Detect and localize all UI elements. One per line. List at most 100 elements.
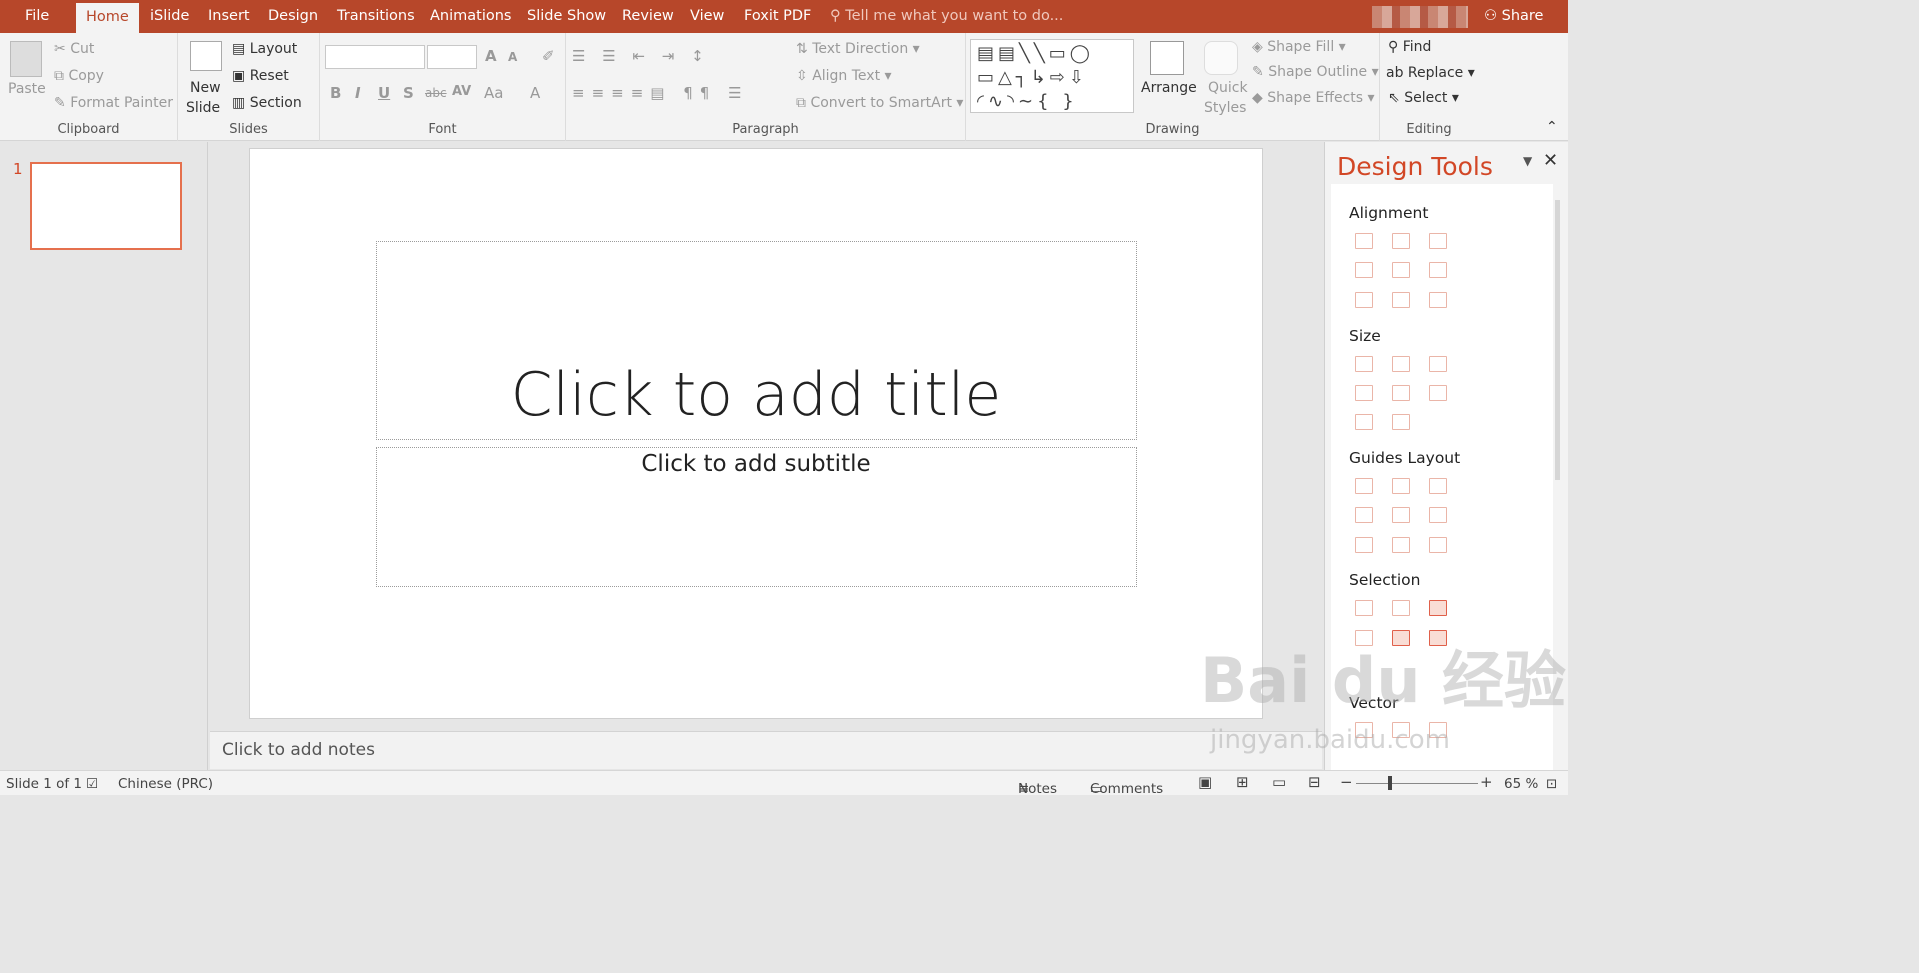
reset-button[interactable]: ▣ Reset — [232, 68, 289, 84]
guide-center-v-icon[interactable] — [1392, 507, 1410, 523]
shapes-gallery[interactable]: ▤▤╲╲▭◯ ▭△┐↳⇨⇩ ◜∿◝∼{ } — [970, 39, 1134, 113]
format-painter-button[interactable]: ✎ Format Painter — [54, 95, 173, 111]
slide-thumbnail[interactable] — [30, 162, 182, 250]
magic-wand-icon[interactable] — [1429, 600, 1447, 616]
cursor-icon: ⇖ — [1388, 90, 1405, 106]
guide-bottom-icon[interactable] — [1429, 507, 1447, 523]
select-group-icon[interactable] — [1392, 600, 1410, 616]
align-top-icon[interactable] — [1355, 262, 1373, 278]
tab-file[interactable]: File — [25, 8, 49, 24]
pane-options-icon[interactable]: ▼ — [1523, 154, 1532, 168]
person-add-icon: ⚇ — [1484, 8, 1502, 24]
notes-placeholder: Click to add notes — [222, 740, 375, 760]
slide-sorter-icon[interactable]: ⊞ — [1236, 773, 1249, 791]
char-spacing-button[interactable]: AV — [452, 84, 471, 99]
shrink-font-icon[interactable]: A — [508, 50, 517, 64]
tab-home[interactable]: Home — [76, 3, 139, 33]
distribute-h-icon[interactable] — [1355, 292, 1373, 308]
change-case-button[interactable]: Aa — [484, 84, 503, 102]
guide-center-h-icon[interactable] — [1392, 478, 1410, 494]
guide-margin-h-icon[interactable] — [1355, 537, 1373, 553]
zoom-slider[interactable] — [1356, 783, 1478, 784]
guide-left-icon[interactable] — [1355, 478, 1373, 494]
convert-smartart-button[interactable]: ⧉ Convert to SmartArt ▾ — [796, 95, 963, 111]
list-buttons[interactable]: ☰ ☰ ⇤ ⇥ ↕ — [572, 47, 710, 65]
zoom-in-icon[interactable]: + — [1480, 773, 1493, 791]
reading-view-icon[interactable]: ▭ — [1272, 773, 1286, 791]
align-text-button[interactable]: ⇳ Align Text ▾ — [796, 68, 892, 84]
font-color-button[interactable]: A — [530, 84, 540, 102]
size-crop-icon[interactable] — [1355, 414, 1373, 430]
underline-button[interactable]: U — [378, 84, 390, 102]
normal-view-icon[interactable]: ▣ — [1198, 773, 1212, 791]
clear-format-icon[interactable]: ✐ — [542, 47, 555, 65]
quick-styles-button[interactable]: Quick — [1208, 80, 1248, 96]
distribute-v-icon[interactable] — [1392, 292, 1410, 308]
align-left-icon[interactable] — [1355, 233, 1373, 249]
collapse-ribbon-icon[interactable]: ⌃ — [1546, 119, 1558, 135]
zoom-out-icon[interactable]: − — [1340, 773, 1353, 791]
new-slide-dropdown[interactable]: Slide — [186, 100, 220, 116]
text-direction-button[interactable]: ⇅ Text Direction ▾ — [796, 41, 920, 57]
tab-animations[interactable]: Animations — [430, 8, 511, 24]
select-same-icon[interactable] — [1355, 600, 1373, 616]
tab-islide[interactable]: iSlide — [150, 8, 189, 24]
shape-outline-button[interactable]: ✎ Shape Outline ▾ — [1252, 64, 1379, 80]
font-size-input[interactable] — [427, 45, 477, 69]
swap-size-icon[interactable] — [1429, 385, 1447, 401]
align-right-icon[interactable] — [1429, 233, 1447, 249]
shadow-button[interactable]: S — [403, 84, 414, 102]
distribute-grid-icon[interactable] — [1429, 292, 1447, 308]
paste-button[interactable]: Paste — [8, 81, 46, 97]
select-button[interactable]: ⇖ Select ▾ — [1388, 90, 1459, 106]
align-center-icon[interactable] — [1392, 233, 1410, 249]
same-width-icon[interactable] — [1355, 356, 1373, 372]
tab-review[interactable]: Review — [622, 8, 674, 24]
align-bottom-icon[interactable] — [1429, 262, 1447, 278]
spellcheck-icon[interactable]: ☑ — [86, 776, 98, 792]
cut-button[interactable]: ✂ Cut — [54, 41, 94, 57]
same-size-icon[interactable] — [1429, 356, 1447, 372]
guide-top-icon[interactable] — [1355, 507, 1373, 523]
same-height-icon[interactable] — [1392, 356, 1410, 372]
italic-button[interactable]: I — [355, 84, 361, 102]
tab-foxit-pdf[interactable]: Foxit PDF — [744, 8, 811, 24]
bold-button[interactable]: B — [330, 84, 341, 102]
tab-insert[interactable]: Insert — [208, 8, 250, 24]
tab-transitions[interactable]: Transitions — [337, 8, 415, 24]
zoom-level[interactable]: 65 % — [1504, 776, 1538, 792]
shape-effects-button[interactable]: ◆ Shape Effects ▾ — [1252, 90, 1375, 106]
guide-right-icon[interactable] — [1429, 478, 1447, 494]
size-fill-height-icon[interactable] — [1392, 385, 1410, 401]
zoom-slider-thumb[interactable] — [1388, 776, 1392, 790]
replace-button[interactable]: ab Replace ▾ — [1386, 65, 1475, 81]
slideshow-view-icon[interactable]: ⊟ — [1308, 773, 1321, 791]
guide-margin-v-icon[interactable] — [1392, 537, 1410, 553]
guide-grid-icon[interactable] — [1429, 537, 1447, 553]
tab-slide-show[interactable]: Slide Show — [527, 8, 606, 24]
find-button[interactable]: ⚲ Find — [1388, 39, 1431, 55]
tab-design[interactable]: Design — [268, 8, 318, 24]
fit-slide-icon[interactable]: ⊡ — [1546, 776, 1557, 792]
align-middle-icon[interactable] — [1392, 262, 1410, 278]
notes-pane[interactable]: Click to add notes — [210, 731, 1322, 769]
strikethrough-button[interactable]: abc — [425, 86, 447, 100]
tell-me-box[interactable]: ⚲ Tell me what you want to do... — [830, 8, 1063, 24]
layout-button[interactable]: ▤ Layout — [232, 41, 297, 57]
size-match-icon[interactable] — [1392, 414, 1410, 430]
grow-font-icon[interactable]: A — [485, 47, 497, 65]
section-button[interactable]: ▥ Section — [232, 95, 302, 111]
align-buttons[interactable]: ≡≡≡≡▤ ¶¶ ☰ — [572, 84, 749, 102]
copy-button[interactable]: ⧉ Copy — [54, 68, 104, 84]
font-family-input[interactable] — [325, 45, 425, 69]
copy-icon: ⧉ — [54, 68, 69, 84]
tab-view[interactable]: View — [690, 8, 724, 24]
new-slide-button[interactable]: New — [190, 80, 221, 96]
size-fill-width-icon[interactable] — [1355, 385, 1373, 401]
close-icon[interactable]: ✕ — [1543, 150, 1558, 171]
language-indicator[interactable]: Chinese (PRC) — [118, 776, 213, 792]
shape-fill-button[interactable]: ◈ Shape Fill ▾ — [1252, 39, 1346, 55]
arrange-button[interactable]: Arrange — [1141, 80, 1197, 96]
share-button[interactable]: ⚇ Share — [1484, 8, 1543, 24]
pane-scrollbar[interactable] — [1555, 200, 1560, 480]
